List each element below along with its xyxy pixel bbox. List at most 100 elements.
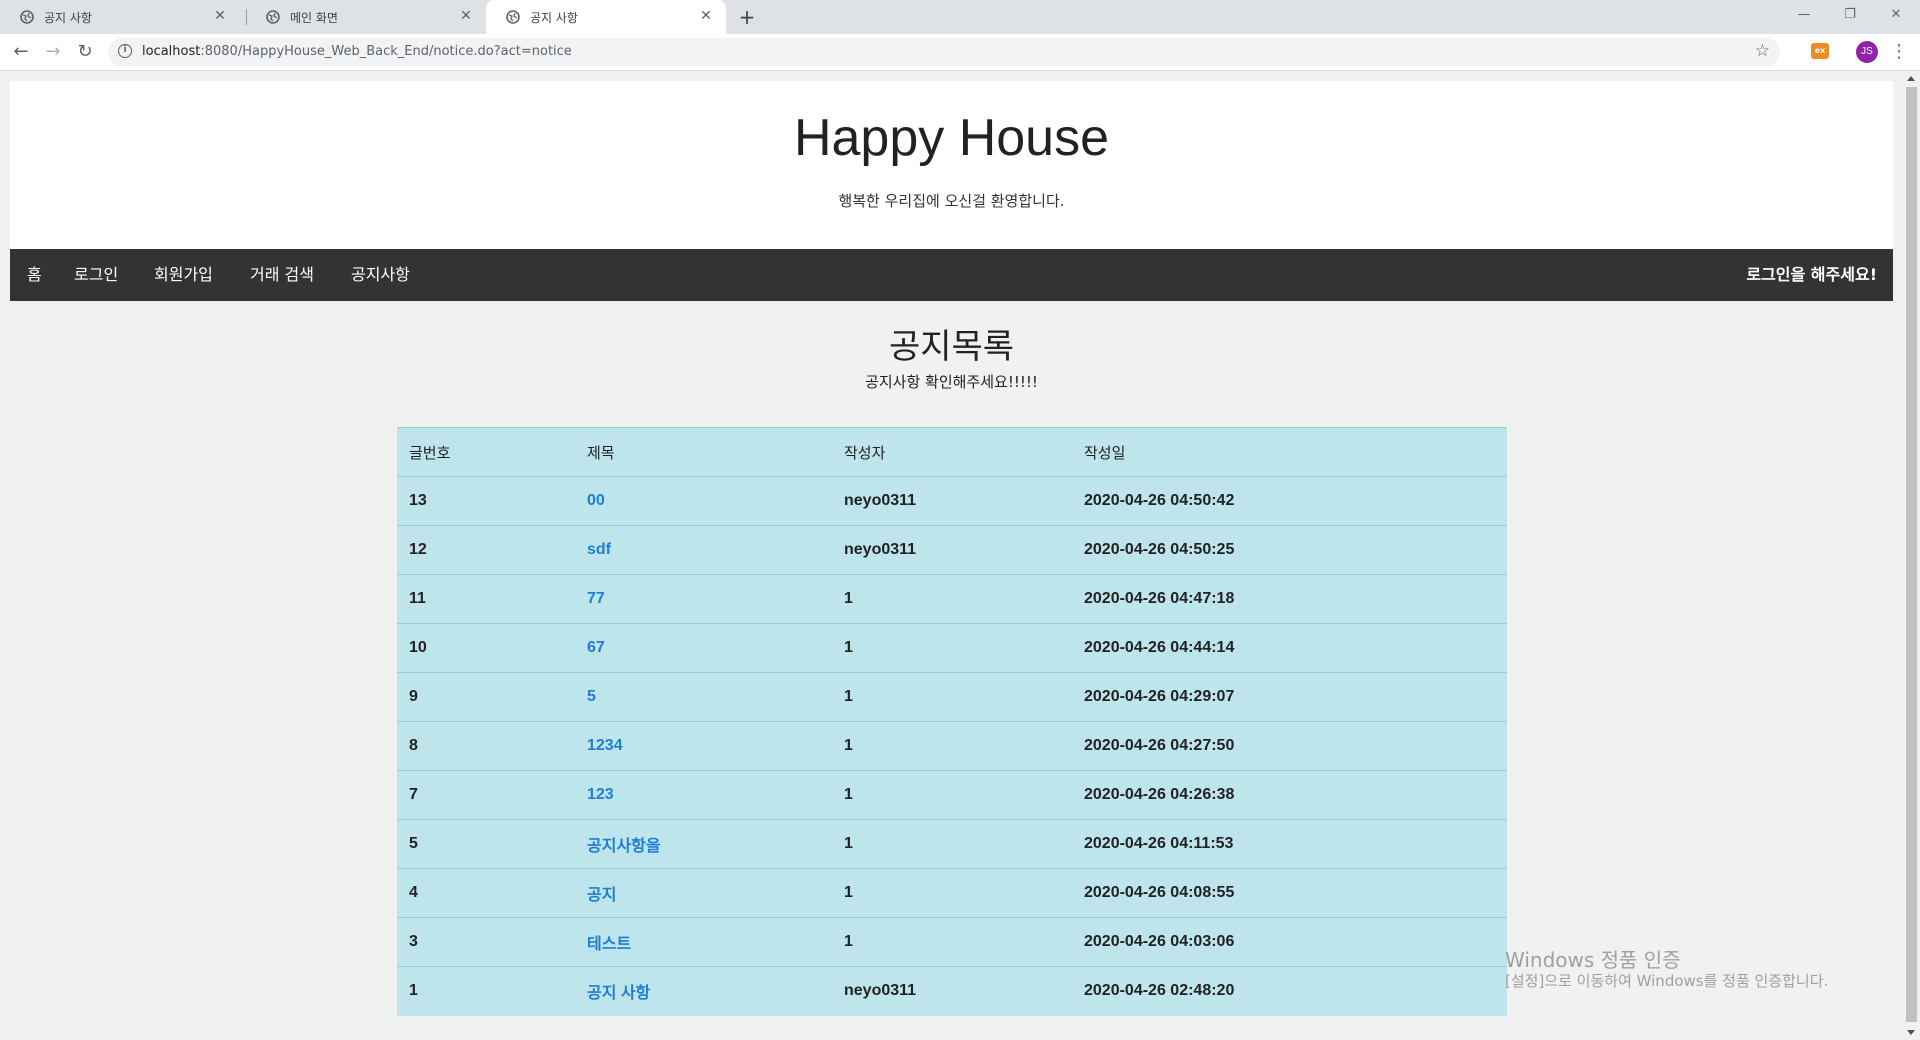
scroll-up-icon[interactable] [1907,76,1915,81]
tab-title: 공지 사항 [44,11,92,25]
url-text[interactable]: localhost:8080/HappyHouse_Web_Back_End/n… [142,44,572,59]
table-row: 8 1234 1 2020-04-26 04:27:50 [397,721,1507,771]
column-header-date: 작성일 [1072,427,1507,477]
notice-title-link[interactable]: 공지 사항 [575,966,832,1016]
row-date: 2020-04-26 04:27:50 [1072,721,1507,771]
row-number: 10 [397,623,575,673]
notice-title-link[interactable]: 공지사항을 [575,819,832,869]
close-icon[interactable]: ✕ [698,8,714,24]
row-author: 1 [832,868,1072,918]
menu-dots-icon[interactable]: ⋮ [1890,39,1908,65]
windows-activation-text: [설정]으로 이동하여 Windows를 정품 인증합니다. [1505,972,1829,990]
scroll-down-icon[interactable] [1907,1030,1915,1035]
nav-item-home[interactable]: 홈 [27,249,42,301]
globe-icon [506,10,520,24]
notice-title-link[interactable]: 00 [575,476,832,526]
row-number: 11 [397,574,575,624]
page-title: 공지목록 [888,327,1015,367]
profile-avatar[interactable]: JS [1856,41,1878,63]
row-date: 2020-04-26 04:08:55 [1072,868,1507,918]
nav-item-trade-search[interactable]: 거래 검색 [250,249,314,301]
globe-icon [266,10,280,24]
notice-title-link[interactable]: 123 [575,770,832,820]
row-number: 9 [397,672,575,722]
site-header: Happy House 행복한 우리집에 오신걸 환영합니다. [10,81,1893,249]
table-header-row: 글번호 제목 작성자 작성일 [397,427,1507,477]
globe-icon [20,10,34,24]
login-prompt: 로그인을 해주세요! [1746,265,1877,284]
row-date: 2020-04-26 04:47:18 [1072,574,1507,624]
table-row: 11 77 1 2020-04-26 04:47:18 [397,574,1507,624]
table-row: 7 123 1 2020-04-26 04:26:38 [397,770,1507,820]
column-header-no: 글번호 [397,427,575,477]
close-window-button[interactable]: ✕ [1873,0,1919,30]
address-bar[interactable]: i localhost:8080/HappyHouse_Web_Back_End… [108,38,1780,66]
page-subtitle: 공지사항 확인해주세요!!!!! [865,373,1038,391]
notice-title-link[interactable]: 공지 [575,868,832,918]
row-date: 2020-04-26 04:29:07 [1072,672,1507,722]
restore-button[interactable]: ❐ [1827,0,1873,30]
row-number: 7 [397,770,575,820]
row-number: 4 [397,868,575,918]
row-author: 1 [832,623,1072,673]
table-row: 5 공지사항을 1 2020-04-26 04:11:53 [397,819,1507,869]
row-author: 1 [832,721,1072,771]
browser-tab-active[interactable]: 공지 사항 ✕ [486,0,726,34]
back-icon[interactable]: ← [8,39,34,65]
notice-title-link[interactable]: sdf [575,525,832,575]
row-author: neyo0311 [832,966,1072,1016]
browser-tab[interactable]: 공지 사항 ✕ [0,0,240,34]
row-number: 13 [397,476,575,526]
site-subtitle: 행복한 우리집에 오신걸 환영합니다. [838,192,1065,210]
row-author: 1 [832,574,1072,624]
row-author: 1 [832,770,1072,820]
table-row: 13 00 neyo0311 2020-04-26 04:50:42 [397,476,1507,526]
close-icon[interactable]: ✕ [212,8,228,24]
column-header-author: 작성자 [832,427,1072,477]
row-date: 2020-04-26 04:50:42 [1072,476,1507,526]
bookmark-star-icon[interactable]: ☆ [1755,41,1770,61]
nav-item-notice[interactable]: 공지사항 [351,249,410,301]
page-viewport: Happy House 행복한 우리집에 오신걸 환영합니다. 홈 로그인 회원… [0,71,1920,1040]
row-author: neyo0311 [832,476,1072,526]
browser-tab-strip: 공지 사항 ✕ 메인 화면 ✕ 공지 사항 ✕ + — ❐ ✕ [0,0,1920,34]
row-number: 12 [397,525,575,575]
row-date: 2020-04-26 04:26:38 [1072,770,1507,820]
browser-toolbar: ← → ↻ i localhost:8080/HappyHouse_Web_Ba… [0,34,1920,71]
nav-item-signup[interactable]: 회원가입 [154,249,213,301]
notice-title-link[interactable]: 테스트 [575,917,832,967]
table-row: 4 공지 1 2020-04-26 04:08:55 [397,868,1507,918]
info-icon[interactable]: i [118,44,132,58]
close-icon[interactable]: ✕ [458,8,474,24]
row-number: 8 [397,721,575,771]
extension-icon[interactable]: ex [1811,43,1829,59]
row-author: 1 [832,672,1072,722]
site-title: Happy House [793,109,1110,167]
tab-title: 메인 화면 [290,11,338,25]
table-row: 1 공지 사항 neyo0311 2020-04-26 02:48:20 [397,966,1507,1016]
browser-tab[interactable]: 메인 화면 ✕ [246,0,486,34]
page-scrollbar[interactable] [1903,71,1920,1040]
row-date: 2020-04-26 04:50:25 [1072,525,1507,575]
minimize-button[interactable]: — [1781,0,1827,30]
nav-item-login[interactable]: 로그인 [74,249,118,301]
row-number: 1 [397,966,575,1016]
row-number: 3 [397,917,575,967]
row-author: neyo0311 [832,525,1072,575]
row-date: 2020-04-26 04:03:06 [1072,917,1507,967]
table-row: 10 67 1 2020-04-26 04:44:14 [397,623,1507,673]
reload-icon[interactable]: ↻ [72,39,98,65]
row-date: 2020-04-26 04:44:14 [1072,623,1507,673]
scrollbar-thumb[interactable] [1906,87,1917,1022]
row-author: 1 [832,917,1072,967]
notice-title-link[interactable]: 1234 [575,721,832,771]
notice-title-link[interactable]: 77 [575,574,832,624]
new-tab-button[interactable]: + [736,6,758,28]
notice-title-link[interactable]: 67 [575,623,832,673]
main-navbar: 홈 로그인 회원가입 거래 검색 공지사항 로그인을 해주세요! [10,249,1893,301]
row-author: 1 [832,819,1072,869]
forward-icon[interactable]: → [40,39,66,65]
column-header-title: 제목 [575,427,832,477]
row-date: 2020-04-26 04:11:53 [1072,819,1507,869]
notice-title-link[interactable]: 5 [575,672,832,722]
